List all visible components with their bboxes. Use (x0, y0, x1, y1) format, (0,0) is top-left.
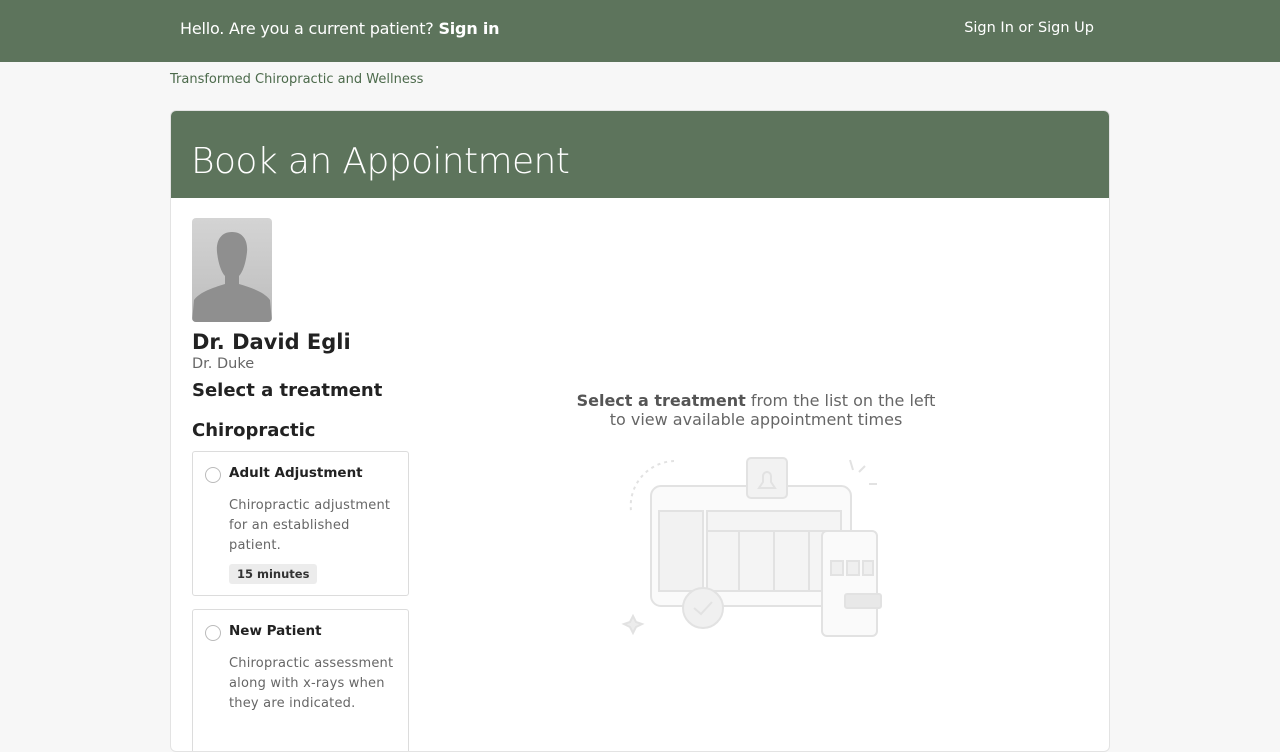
treatment-title: Adult Adjustment (229, 465, 363, 481)
category-heading: Chiropractic (192, 420, 316, 441)
provider-name: Dr. David Egli (192, 330, 351, 354)
treatment-card-new-patient[interactable]: New Patient Chiropractic assessment alon… (192, 609, 409, 751)
treatment-radio[interactable] (205, 467, 221, 483)
provider-subtitle: Dr. Duke (192, 356, 255, 372)
panel-header: Book an Appointment (171, 111, 1109, 198)
treatment-card-adult-adjustment[interactable]: Adult Adjustment Chiropractic adjustment… (192, 451, 409, 596)
calendar-illustration (621, 457, 882, 637)
greeting-text: Hello. Are you a current patient? (180, 19, 434, 38)
empty-state-message: Select a treatment from the list on the … (521, 391, 991, 429)
sign-in-link[interactable]: Sign in (438, 19, 499, 38)
booking-panel: Book an Appointment Dr. David Egli Dr. D… (170, 110, 1110, 752)
empty-state-line1: from the list on the left (750, 391, 936, 410)
sign-in-or-sign-up-link[interactable]: Sign In or Sign Up (964, 20, 1094, 36)
select-treatment-heading: Select a treatment (192, 380, 383, 401)
avatar-silhouette-icon (192, 232, 272, 322)
patient-greeting: Hello. Are you a current patient? Sign i… (180, 19, 500, 38)
breadcrumb[interactable]: Transformed Chiropractic and Wellness (170, 72, 423, 87)
treatment-description: Chiropractic assessment along with x-ray… (229, 656, 394, 711)
page-title: Book an Appointment (191, 141, 570, 182)
treatment-description: Chiropractic adjustment for an establish… (229, 498, 391, 553)
empty-state-line2: to view available appointment times (609, 410, 903, 429)
avatar (192, 218, 272, 322)
duration-badge: 15 minutes (229, 564, 318, 584)
empty-state-bold: Select a treatment (576, 391, 746, 410)
top-bar: Hello. Are you a current patient? Sign i… (0, 0, 1280, 62)
treatment-title: New Patient (229, 623, 322, 639)
treatment-radio[interactable] (205, 625, 221, 641)
